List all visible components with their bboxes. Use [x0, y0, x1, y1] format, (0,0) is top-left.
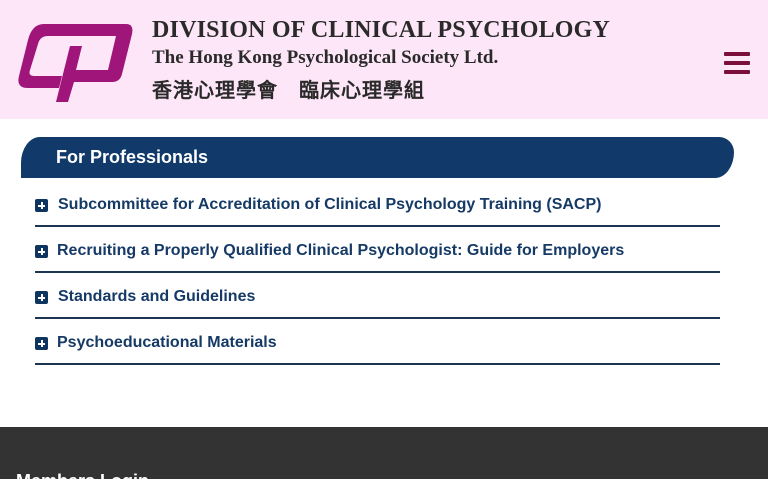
section-title: For Professionals — [56, 147, 209, 167]
org-name: DIVISION OF CLINICAL PSYCHOLOGY — [152, 17, 611, 43]
org-name-chinese: 香港心理學會 臨床心理學組 — [152, 80, 425, 102]
accordion-item-label: Recruiting a Properly Qualified Clinical… — [57, 242, 625, 259]
accordion-item-standards[interactable]: Standards and Guidelines — [35, 285, 720, 319]
accordion-item-label: Subcommittee for Accreditation of Clinic… — [58, 196, 602, 213]
plus-square-icon[interactable] — [35, 337, 48, 350]
site-footer: Members Login — [0, 427, 768, 491]
accordion-item-sacp[interactable]: Subcommittee for Accreditation of Clinic… — [35, 193, 720, 227]
plus-square-icon[interactable] — [35, 291, 48, 304]
dcp-logo[interactable] — [16, 18, 134, 104]
accordion-item-psychoeducational[interactable]: Psychoeducational Materials — [35, 331, 720, 365]
hamburger-menu-icon[interactable] — [724, 51, 750, 75]
site-header: DIVISION OF CLINICAL PSYCHOLOGY The Hong… — [0, 0, 768, 119]
footer-title[interactable]: Members Login — [16, 471, 149, 492]
society-name: The Hong Kong Psychological Society Ltd. — [152, 47, 499, 68]
accordion-item-label: Standards and Guidelines — [58, 288, 256, 305]
plus-square-icon[interactable] — [35, 245, 48, 258]
plus-square-icon[interactable] — [35, 199, 48, 212]
accordion-item-recruiting[interactable]: Recruiting a Properly Qualified Clinical… — [35, 239, 720, 273]
accordion-item-label: Psychoeducational Materials — [57, 334, 277, 351]
